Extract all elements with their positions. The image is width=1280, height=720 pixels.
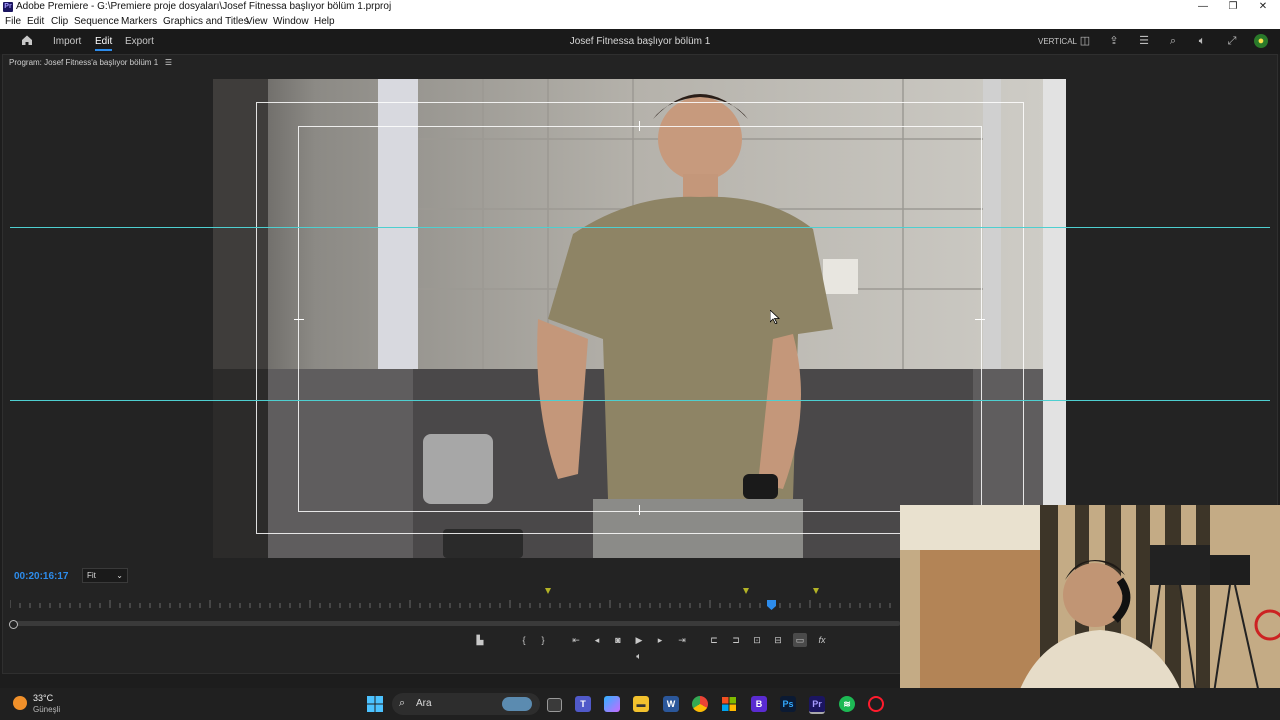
menu-graphics-and-titles[interactable]: Graphics and Titles (163, 16, 249, 27)
workspace-layout-label[interactable]: VERTICAL (1038, 37, 1077, 46)
close-button[interactable]: ✕ (1248, 0, 1278, 14)
volume-control-icon[interactable]: 🔈︎ (632, 649, 646, 663)
search-highlight-icon (502, 697, 532, 711)
title-safe-margin (298, 126, 982, 512)
insert-icon[interactable]: ⊏ (707, 633, 721, 647)
zoom-scroll-bar[interactable] (10, 621, 900, 626)
marker-1[interactable] (545, 588, 551, 594)
chrome-icon[interactable] (692, 696, 708, 712)
workspaces-icon[interactable]: ◫ (1078, 34, 1092, 48)
spotify-icon[interactable]: ≋ (839, 696, 855, 712)
fullscreen-icon[interactable]: ⤢ (1225, 34, 1239, 48)
menu-bar: File Edit Clip Sequence Markers Graphics… (0, 14, 1280, 29)
teams-icon[interactable]: T (575, 696, 591, 712)
program-monitor-label: Program: Josef Fitness'a başlıyor bölüm … (9, 58, 172, 67)
mark-in-icon[interactable]: { (517, 633, 531, 647)
windows-taskbar: 33°C Güneşli ⌕ Ara T ▬ W B Ps Pr ≋ (0, 688, 1280, 720)
extract-icon[interactable]: ⊟ (771, 633, 785, 647)
microsoft-store-icon[interactable] (721, 696, 737, 712)
safe-margins-icon[interactable]: ▭ (793, 633, 807, 647)
guide-line-top[interactable] (10, 227, 1270, 228)
lift-icon[interactable]: ⊡ (750, 633, 764, 647)
center-mark-right (975, 319, 985, 320)
zoom-scroll-handle[interactable] (9, 620, 18, 629)
marker-3[interactable] (813, 588, 819, 594)
menu-view[interactable]: View (246, 16, 268, 27)
center-mark-left (294, 319, 304, 320)
premiere-pro-icon[interactable]: Pr (809, 696, 825, 714)
taskbar-search-box[interactable]: ⌕ Ara (392, 693, 540, 715)
user-avatar-icon[interactable]: ● (1254, 34, 1268, 48)
export-frame-icon[interactable]: ◙ (611, 633, 625, 647)
menu-help[interactable]: Help (314, 16, 335, 27)
window-title: Adobe Premiere - G:\Premiere proje dosya… (16, 1, 392, 12)
marker-2[interactable] (743, 588, 749, 594)
mouse-cursor-icon (770, 310, 780, 324)
menu-clip[interactable]: Clip (51, 16, 68, 27)
chevron-down-icon: ⌄ (116, 571, 123, 580)
menu-sequence[interactable]: Sequence (74, 16, 119, 27)
file-explorer-icon[interactable]: ▬ (633, 696, 649, 712)
go-to-out-icon[interactable]: ⇥ (675, 633, 689, 647)
premiere-app-icon: Pr (3, 2, 13, 12)
guide-line-bottom[interactable] (10, 400, 1270, 401)
weather-condition[interactable]: Güneşli (33, 705, 60, 714)
mark-out-icon[interactable]: } (536, 633, 550, 647)
panel-menu-icon[interactable]: ☰ (1137, 34, 1151, 48)
volume-icon[interactable]: 🔈︎ (1195, 34, 1209, 48)
zoom-level-select[interactable]: Fit ⌄ (82, 568, 128, 583)
step-back-icon[interactable]: ◂ (590, 633, 604, 647)
opera-icon[interactable] (868, 696, 884, 712)
menu-markers[interactable]: Markers (121, 16, 157, 27)
menu-edit[interactable]: Edit (27, 16, 44, 27)
add-marker-icon[interactable]: ▙ (473, 633, 487, 647)
weather-temperature[interactable]: 33°C (33, 693, 53, 703)
copilot-icon[interactable] (604, 696, 620, 712)
overwrite-icon[interactable]: ⊐ (729, 633, 743, 647)
go-to-in-icon[interactable]: ⇤ (569, 633, 583, 647)
center-mark-top (639, 121, 640, 131)
playhead-timecode[interactable]: 00:20:16:17 (14, 571, 68, 582)
search-placeholder: Ara (416, 698, 432, 709)
edge-dev-icon[interactable]: B (751, 696, 767, 712)
word-icon[interactable]: W (663, 696, 679, 712)
step-forward-icon[interactable]: ▸ (653, 633, 667, 647)
window-title-bar: Pr Adobe Premiere - G:\Premiere proje do… (0, 0, 1280, 14)
minimize-button[interactable]: — (1188, 0, 1218, 14)
windows-start-icon[interactable] (367, 696, 383, 712)
center-mark-bottom (639, 505, 640, 515)
zoom-level-value: Fit (87, 571, 96, 580)
playhead-icon[interactable] (767, 600, 776, 610)
restore-button[interactable]: ❐ (1218, 0, 1248, 14)
search-icon: ⌕ (399, 697, 406, 709)
play-icon[interactable]: ▶ (632, 633, 646, 647)
share-icon[interactable]: ⇪ (1107, 34, 1121, 48)
task-view-icon[interactable] (547, 698, 562, 712)
video-preview (213, 79, 1066, 558)
workspace-header: Import Edit Export Josef Fitnessa başlıy… (0, 29, 1280, 54)
weather-sun-icon[interactable] (13, 696, 27, 710)
photoshop-icon[interactable]: Ps (780, 696, 796, 712)
search-icon[interactable]: ⌕ (1166, 34, 1180, 48)
menu-window[interactable]: Window (273, 16, 309, 27)
menu-file[interactable]: File (5, 16, 21, 27)
fx-icon[interactable]: fx (815, 633, 829, 647)
